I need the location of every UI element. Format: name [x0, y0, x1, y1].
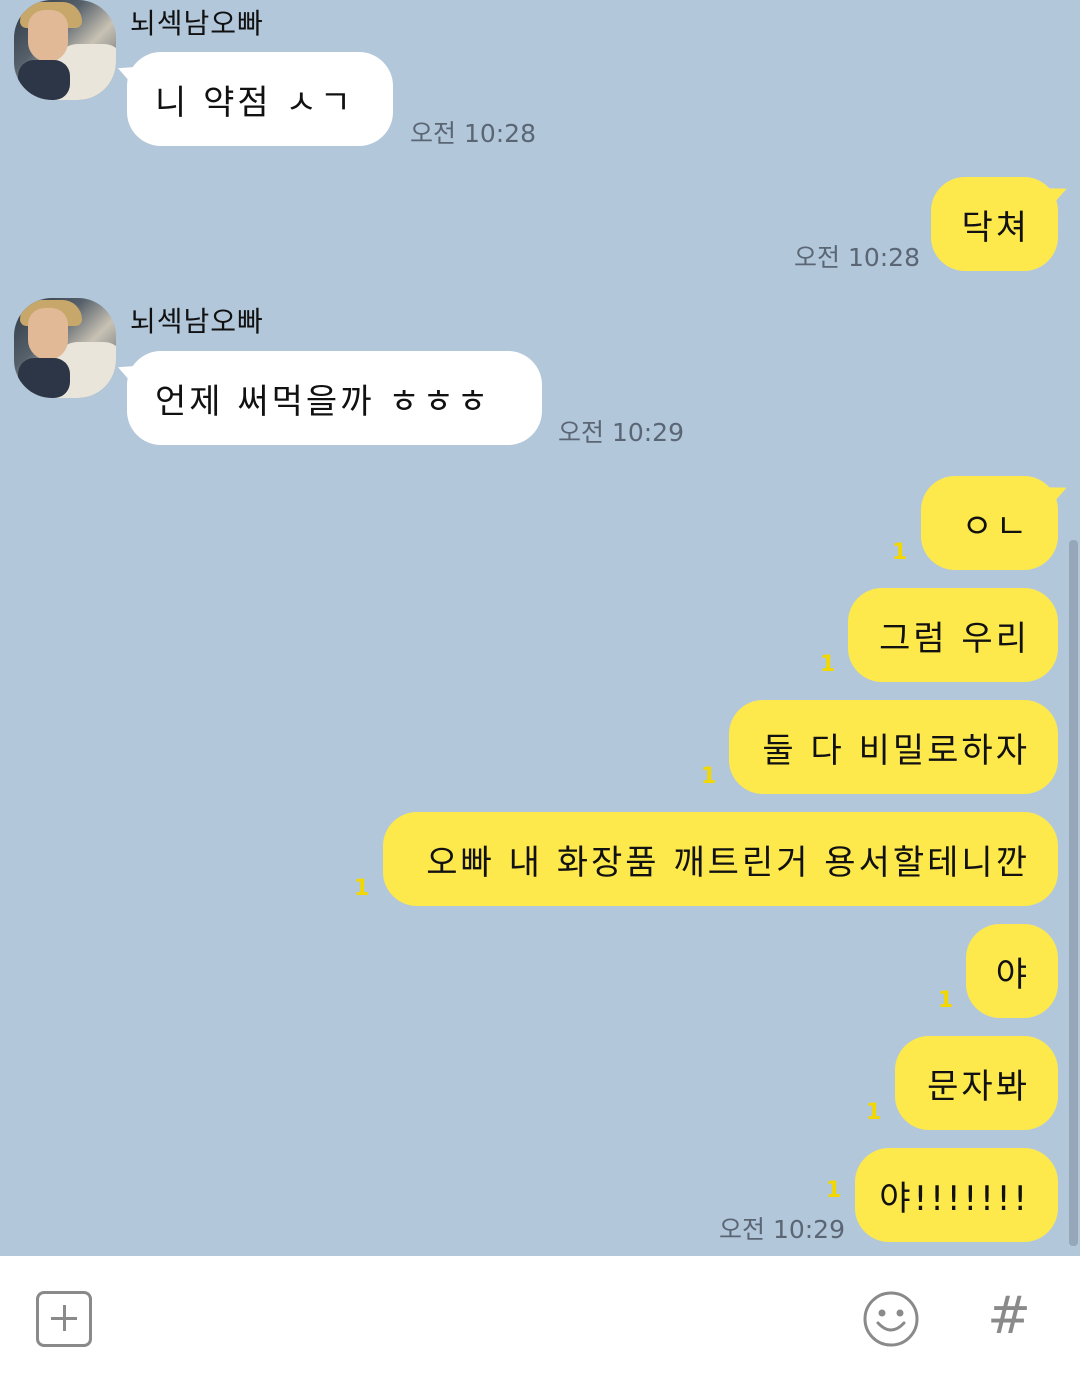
message-input-bar[interactable]: # — [0, 1256, 1080, 1382]
message-time: 오전 10:29 — [719, 1215, 845, 1244]
unread-count: 1 — [354, 876, 370, 901]
unread-count: 1 — [892, 540, 908, 565]
message-bubble-incoming[interactable]: 언제 써먹을까 ㅎㅎㅎ — [127, 351, 542, 445]
scrollbar[interactable] — [1069, 540, 1078, 1246]
emoji-icon[interactable] — [862, 1290, 920, 1348]
message-time: 오전 10:29 — [558, 418, 684, 447]
message-text: 오빠 내 화장품 깨트린거 용서할테니깐 — [426, 842, 1030, 883]
message-text: ㅇㄴ — [961, 506, 1030, 547]
unread-count: 1 — [820, 652, 836, 677]
unread-count: 1 — [938, 988, 954, 1013]
chat-area[interactable]: 뇌섹남오빠 니 약점 ㅅㄱ 오전 10:28 오전 10:28 닥쳐 뇌섹남오빠… — [0, 0, 1080, 1256]
sender-name: 뇌섹남오빠 — [130, 305, 264, 338]
message-bubble-outgoing[interactable]: 그럼 우리 — [848, 588, 1058, 682]
message-bubble-outgoing[interactable]: 야!!!!!!! — [855, 1148, 1058, 1242]
message-bubble-outgoing[interactable]: 문자봐 — [895, 1036, 1058, 1130]
avatar-photo-arm — [18, 358, 70, 398]
message-text: 야 — [995, 954, 1030, 995]
unread-count: 1 — [866, 1100, 882, 1125]
unread-count: 1 — [826, 1178, 842, 1203]
message-bubble-outgoing[interactable]: ㅇㄴ — [921, 476, 1058, 570]
message-time: 오전 10:28 — [410, 119, 536, 148]
message-text: 언제 써먹을까 ㅎㅎㅎ — [155, 381, 492, 422]
message-text: 닥쳐 — [961, 207, 1030, 248]
message-text: 문자봐 — [927, 1066, 1030, 1107]
message-bubble-incoming[interactable]: 니 약점 ㅅㄱ — [127, 52, 393, 146]
message-text: 니 약점 ㅅㄱ — [155, 82, 355, 123]
sender-name: 뇌섹남오빠 — [130, 7, 264, 40]
message-bubble-outgoing[interactable]: 오빠 내 화장품 깨트린거 용서할테니깐 — [383, 812, 1058, 906]
message-text: 야!!!!!!! — [879, 1178, 1030, 1219]
message-bubble-outgoing[interactable]: 야 — [966, 924, 1058, 1018]
unread-count: 1 — [701, 764, 717, 789]
sender-avatar[interactable] — [14, 298, 116, 398]
plus-icon[interactable] — [36, 1291, 92, 1347]
message-text: 그럼 우리 — [879, 618, 1030, 659]
message-text: 둘 다 비밀로하자 — [762, 730, 1030, 771]
message-time: 오전 10:28 — [794, 243, 920, 272]
avatar-photo-face — [28, 308, 68, 360]
hashtag-icon[interactable]: # — [986, 1286, 1032, 1346]
avatar-photo-arm — [18, 60, 70, 100]
message-bubble-outgoing[interactable]: 둘 다 비밀로하자 — [729, 700, 1058, 794]
message-bubble-outgoing[interactable]: 닥쳐 — [931, 177, 1058, 271]
sender-avatar[interactable] — [14, 0, 116, 100]
avatar-photo-face — [28, 10, 68, 62]
